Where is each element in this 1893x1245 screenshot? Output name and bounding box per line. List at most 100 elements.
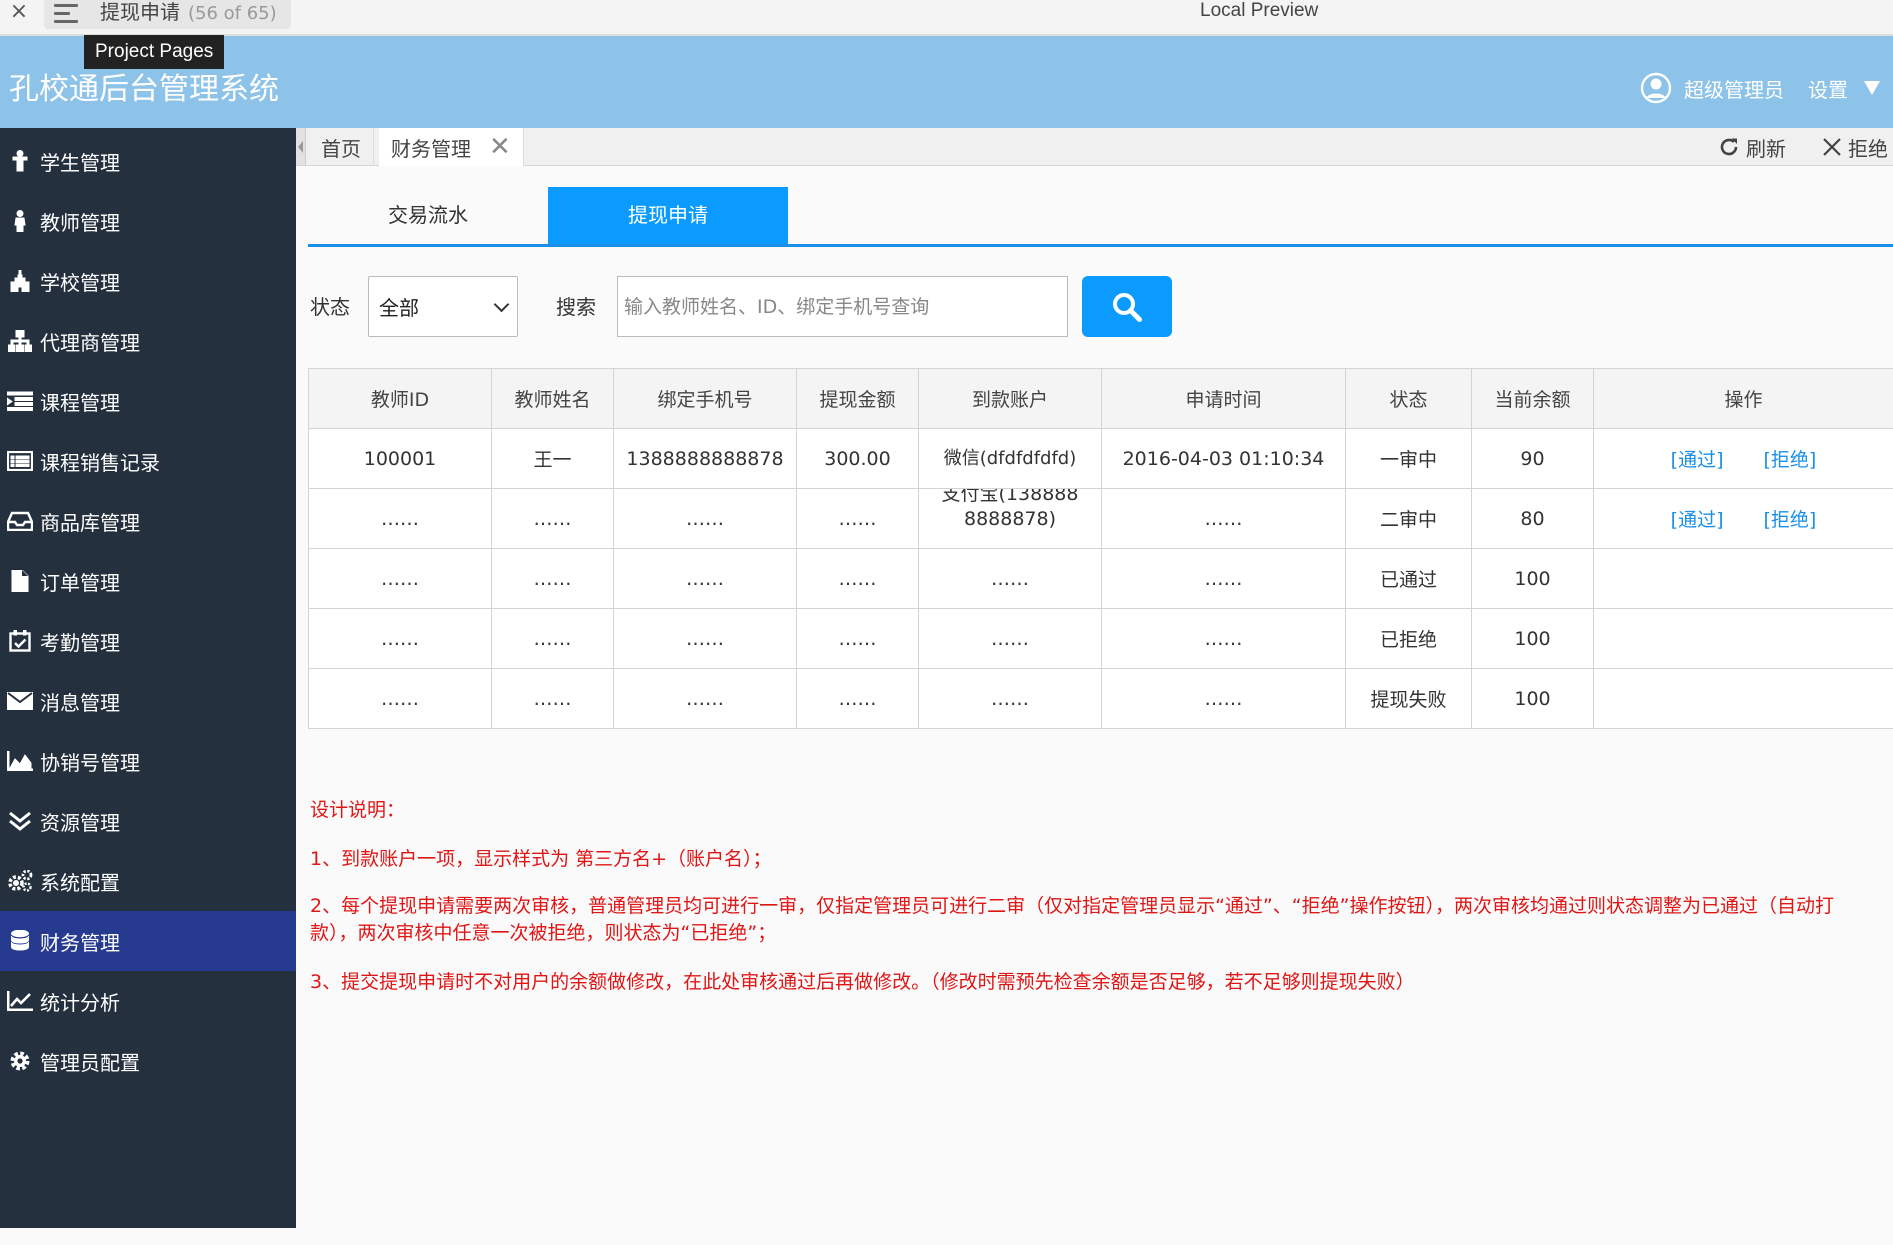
sidebar-item-statistics[interactable]: 统计分析 <box>0 971 296 1031</box>
approve-link[interactable]: [通过] <box>1671 449 1724 471</box>
approve-link[interactable]: [通过] <box>1671 509 1724 531</box>
sitemap-icon <box>0 329 40 353</box>
sidebar-item-resources[interactable]: 资源管理 <box>0 791 296 851</box>
search-label: 搜索 <box>556 295 596 319</box>
sidebar-item-label: 统计分析 <box>40 990 120 1015</box>
sidebar-item-admin-config[interactable]: 管理员配置 <box>0 1031 296 1091</box>
sidebar-item-label: 财务管理 <box>40 930 120 955</box>
cell-status: 已拒绝 <box>1345 608 1472 669</box>
sidebar-item-label: 商品库管理 <box>40 510 140 535</box>
cell-teacher-name: …… <box>491 608 614 669</box>
project-pages-button[interactable]: 提现申请 (56 of 65) <box>44 0 291 29</box>
sidebar-item-label: 代理商管理 <box>40 330 140 355</box>
sidebar-item-label: 教师管理 <box>40 210 120 235</box>
sidebar-item-label: 消息管理 <box>40 690 120 715</box>
sidebar-item-label: 课程管理 <box>40 390 120 415</box>
tab-home[interactable]: 首页 <box>309 128 374 166</box>
cell-status: 一审中 <box>1345 428 1472 489</box>
preview-title: Local Preview <box>1200 0 1319 21</box>
cell-actions <box>1593 608 1893 669</box>
cell-balance: 100 <box>1471 668 1594 729</box>
cogs-icon <box>0 869 40 893</box>
design-note-item: 3、提交提现申请时不对用户的余额做修改，在此处审核通过后再做修改。（修改时需预先… <box>310 971 1415 993</box>
cell-teacher-id: …… <box>308 668 492 729</box>
preview-close-button[interactable]: × <box>6 0 32 28</box>
sidebar-item-schools[interactable]: 学校管理 <box>0 251 296 311</box>
sidebar-item-courses[interactable]: 课程管理 <box>0 371 296 431</box>
close-tab-icon[interactable]: ✕ <box>489 134 511 160</box>
student-icon <box>0 149 40 173</box>
cell-balance: 80 <box>1471 488 1594 549</box>
sidebar-item-co-sales[interactable]: 协销号管理 <box>0 731 296 791</box>
cell-amount: 300.00 <box>796 428 919 489</box>
sidebar-item-finance[interactable]: 财务管理 <box>0 911 296 971</box>
cell-teacher-name: …… <box>491 548 614 609</box>
cell-phone: 1388888888878 <box>613 428 797 489</box>
page-count: (56 of 65) <box>188 3 277 24</box>
search-button[interactable] <box>1082 276 1172 337</box>
cell-amount: …… <box>796 668 919 729</box>
cell-status: 提现失败 <box>1345 668 1472 729</box>
column-header: 操作 <box>1593 368 1893 429</box>
area-chart-icon <box>0 749 40 773</box>
cell-account: 微信(dfdfdfdfd) <box>918 428 1102 489</box>
cell-balance: 100 <box>1471 548 1594 609</box>
sidebar-item-label: 系统配置 <box>40 870 120 895</box>
subtab-withdraw[interactable]: 提现申请 <box>548 187 788 244</box>
reject-link[interactable]: [拒绝] <box>1764 449 1817 471</box>
status-filter-label: 状态 <box>310 295 350 319</box>
cell-teacher-name: …… <box>491 488 614 549</box>
cell-account: 支付宝(1388888888878) <box>918 488 1102 549</box>
settings-menu[interactable]: 设置 <box>1808 69 1880 107</box>
reject-tabs-button[interactable]: 拒绝 <box>1822 128 1888 166</box>
tab-finance[interactable]: 财务管理 ✕ <box>379 128 524 166</box>
cell-actions: [通过] [拒绝] <box>1593 428 1893 489</box>
refresh-button[interactable]: 刷新 <box>1718 128 1786 166</box>
status-select[interactable]: 全部 <box>368 276 518 337</box>
cell-status: 二审中 <box>1345 488 1472 549</box>
column-header: 教师姓名 <box>491 368 614 429</box>
sidebar-item-system-config[interactable]: 系统配置 <box>0 851 296 911</box>
column-header: 绑定手机号 <box>613 368 797 429</box>
receipt-list-icon <box>0 449 40 473</box>
cell-phone: …… <box>613 608 797 669</box>
sidebar-item-label: 考勤管理 <box>40 630 120 655</box>
sidebar-item-label: 课程销售记录 <box>40 450 160 475</box>
sidebar-item-teachers[interactable]: 教师管理 <box>0 191 296 251</box>
cell-apply-time: 2016-04-03 01:10:34 <box>1101 428 1346 489</box>
cell-account: …… <box>918 668 1102 729</box>
withdraw-table: 教师ID 教师姓名 绑定手机号 提现金额 到款账户 申请时间 状态 当前余额 操… <box>308 368 1893 729</box>
search-input[interactable] <box>617 276 1068 337</box>
sidebar-item-label: 学校管理 <box>40 270 120 295</box>
cell-balance: 100 <box>1471 608 1594 669</box>
inbox-icon <box>0 509 40 533</box>
subtab-transactions[interactable]: 交易流水 <box>308 187 548 244</box>
sidebar-item-orders[interactable]: 订单管理 <box>0 551 296 611</box>
list-icon <box>0 389 40 413</box>
sidebar-item-agents[interactable]: 代理商管理 <box>0 311 296 371</box>
sidebar-item-goods[interactable]: 商品库管理 <box>0 491 296 551</box>
tab-label: 财务管理 <box>391 136 471 161</box>
column-header: 状态 <box>1345 368 1472 429</box>
design-note-item: 2、每个提现申请需要两次审核，普通管理员均可进行一审，仅指定管理员可进行二审（仅… <box>310 895 1834 944</box>
sidebar-item-label: 管理员配置 <box>40 1050 140 1075</box>
column-header: 到款账户 <box>918 368 1102 429</box>
cell-apply-time: …… <box>1101 608 1346 669</box>
sidebar-item-course-sales[interactable]: 课程销售记录 <box>0 431 296 491</box>
sidebar-item-label: 学生管理 <box>40 150 120 175</box>
column-header: 教师ID <box>308 368 492 429</box>
reject-link[interactable]: [拒绝] <box>1764 509 1817 531</box>
cell-account: …… <box>918 608 1102 669</box>
hamburger-menu-icon <box>54 4 80 24</box>
cell-teacher-name: 王一 <box>491 428 614 489</box>
tab-scroll-left-button[interactable] <box>296 128 306 165</box>
sidebar-item-attendance[interactable]: 考勤管理 <box>0 611 296 671</box>
current-page-name: 提现申请 (56 of 65) <box>100 0 277 24</box>
sidebar-item-messages[interactable]: 消息管理 <box>0 671 296 731</box>
cell-actions <box>1593 548 1893 609</box>
preview-toolbar: × 提现申请 (56 of 65) Local Preview <box>0 0 1893 36</box>
user-menu[interactable]: 超级管理员 <box>1640 69 1784 107</box>
sidebar-item-students[interactable]: 学生管理 <box>0 131 296 191</box>
settings-label: 设置 <box>1808 77 1848 102</box>
table-row: …… …… …… …… …… …… 提现失败 100 <box>308 668 1893 729</box>
